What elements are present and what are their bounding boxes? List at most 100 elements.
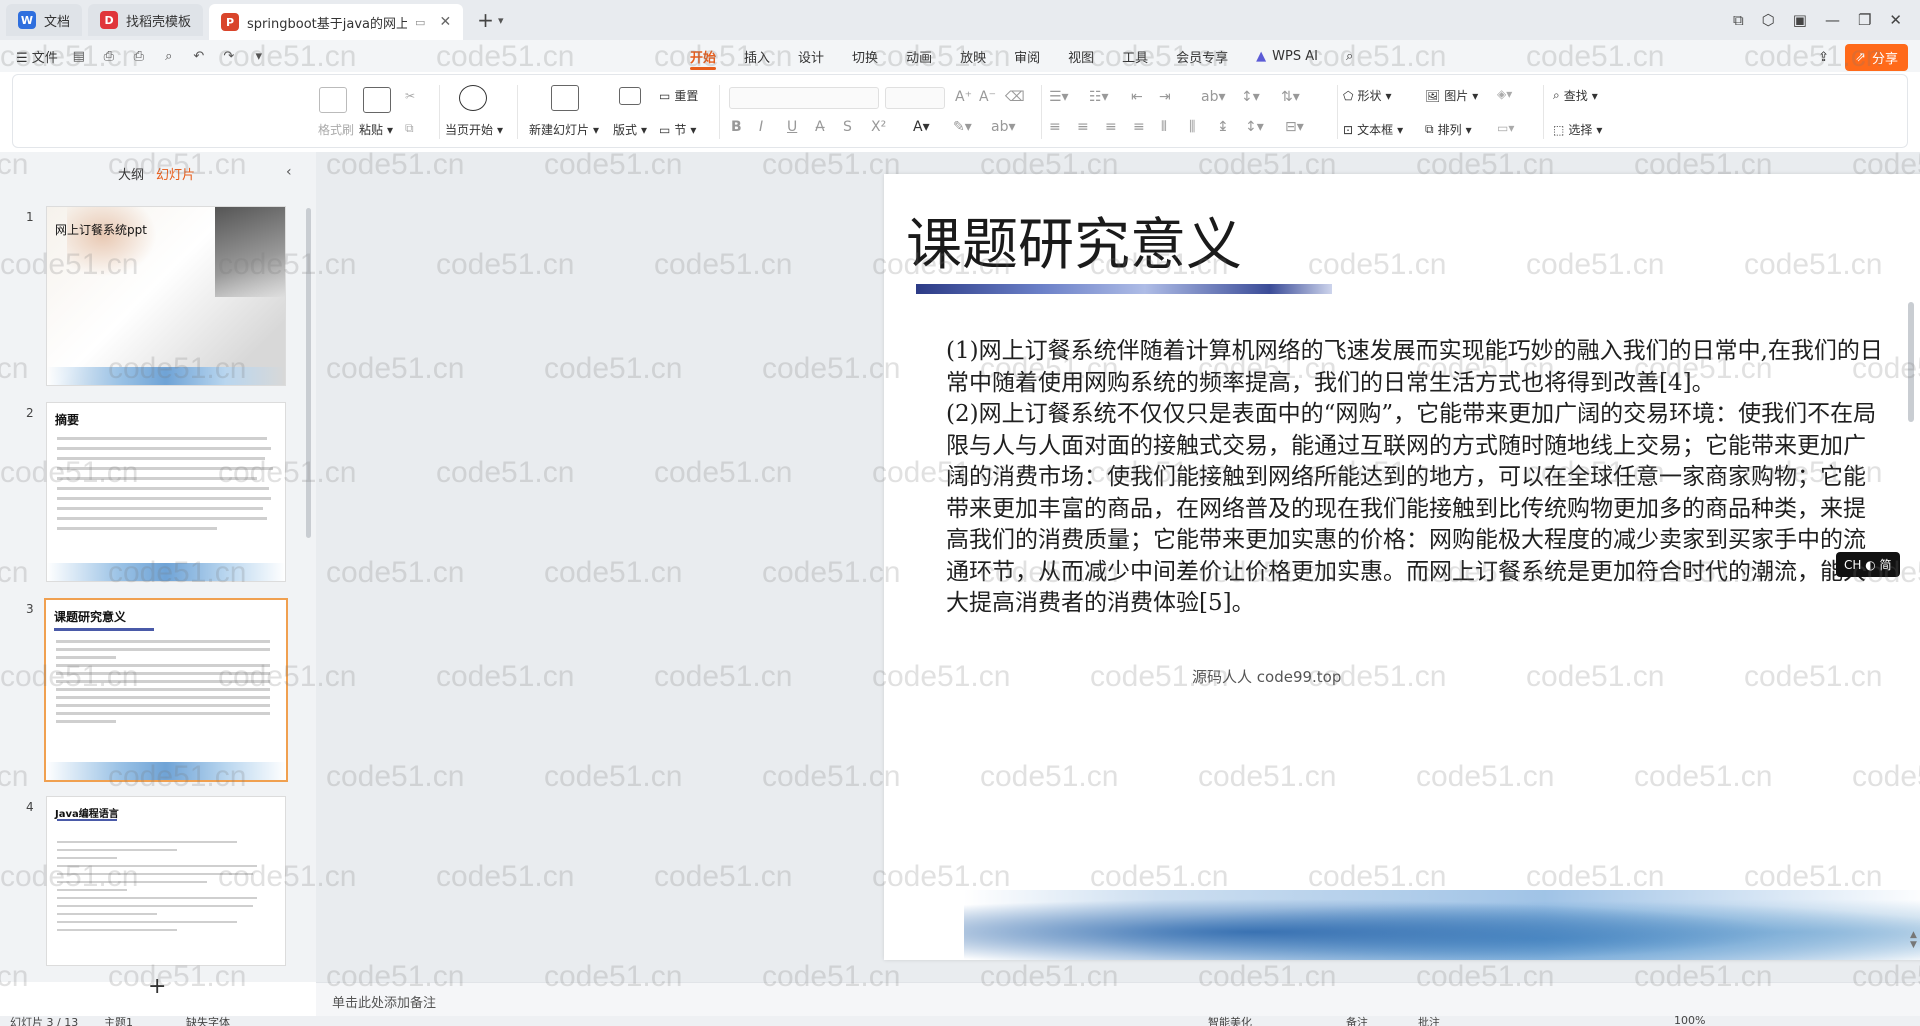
tab-documents[interactable]: W 文档 (6, 4, 83, 36)
increase-indent-icon[interactable]: ⇥ (1159, 89, 1171, 105)
strikethrough-icon[interactable]: A̶ (815, 119, 825, 135)
chevron-down-icon[interactable]: ▾ (250, 49, 268, 64)
slide-thumbnail[interactable]: 网上订餐系统ppt (46, 206, 286, 386)
tab-slides[interactable]: 幻灯片 (156, 164, 195, 183)
text-align-icon[interactable]: ⇅▾ (1281, 89, 1300, 105)
page-nav-arrows[interactable]: ▲ ▼ (1910, 930, 1917, 950)
start-current-button[interactable]: 当页开始 ▾ (445, 121, 503, 138)
distribute-icon[interactable]: ⫴ (1161, 119, 1167, 135)
italic-icon[interactable]: I (759, 119, 763, 135)
tab-view[interactable]: 视图 (1054, 40, 1108, 72)
layout-button[interactable]: 版式 ▾ (613, 121, 647, 138)
font-family-select[interactable] (729, 87, 879, 109)
redo-icon[interactable]: ↷ (220, 49, 238, 64)
print-icon[interactable]: ⎙ (130, 49, 148, 64)
fill-icon[interactable]: ◈▾ (1497, 87, 1512, 101)
panel-scrollbar[interactable] (306, 208, 311, 538)
superscript-icon[interactable]: X² (871, 119, 886, 135)
copy-icon[interactable]: ⧉ (405, 121, 414, 136)
slide-thumbnail[interactable]: 摘要 (46, 402, 286, 582)
clear-format-icon[interactable]: ⌫ (1005, 89, 1025, 105)
tab-docer-templates[interactable]: D 找稻壳模板 (88, 4, 204, 36)
find-button[interactable]: ⌕ 查找 ▾ (1553, 87, 1598, 104)
tab-insert[interactable]: 插入 (730, 40, 784, 72)
tab-preview-icon[interactable]: ▭ (415, 16, 425, 29)
textbox-button[interactable]: ⊡ 文本框 ▾ (1343, 121, 1403, 138)
zoom-level[interactable]: 100% (1674, 1016, 1705, 1026)
section-button[interactable]: ▭ 节 ▾ (659, 121, 696, 138)
columns-icon[interactable]: ⫼ (1189, 119, 1195, 135)
theme-name[interactable]: 主题1 (104, 1016, 133, 1026)
cube-icon[interactable]: ⬡ (1762, 11, 1775, 29)
undo-icon[interactable]: ↶ (190, 49, 208, 64)
numbering-icon[interactable]: ☷▾ (1089, 89, 1109, 105)
smart-beautify-button[interactable]: 智能美化 (1208, 1016, 1252, 1026)
save-icon[interactable]: ▤ (70, 49, 88, 64)
justify-icon[interactable]: ≡ (1133, 119, 1145, 135)
bold-icon[interactable]: B (731, 119, 742, 135)
tab-home[interactable]: 开始 (676, 40, 730, 72)
format-painter-button[interactable]: 格式刷 (318, 121, 354, 138)
search-icon[interactable]: ⌕ (1332, 40, 1367, 72)
tab-design[interactable]: 设计 (784, 40, 838, 72)
new-slide-button[interactable]: 新建幻灯片 ▾ (529, 121, 599, 138)
tile-icon[interactable]: ⧉ (1733, 11, 1744, 29)
tab-tools[interactable]: 工具 (1108, 40, 1162, 72)
canvas-scrollbar[interactable] (1908, 302, 1914, 422)
picture-button[interactable]: 🖼 图片 ▾ (1425, 87, 1478, 104)
tab-presentation[interactable]: P springboot基于java的网上订 ▭ ✕ (209, 4, 464, 40)
cloud-upload-icon[interactable]: ⇪ (1818, 50, 1829, 65)
highlight-icon[interactable]: ✎▾ (953, 119, 972, 135)
align-center-icon[interactable]: ≡ (1077, 119, 1089, 135)
chevron-down-icon[interactable]: ▾ (498, 14, 504, 27)
align-left-icon[interactable]: ≡ (1049, 119, 1061, 135)
arrange-button[interactable]: ⧉ 排列 ▾ (1425, 121, 1472, 138)
line-height-icon[interactable]: ↨ (1217, 119, 1229, 135)
export-icon[interactable]: ⎙ (100, 49, 118, 64)
tab-review[interactable]: 审阅 (1000, 40, 1054, 72)
minimize-icon[interactable]: — (1825, 11, 1840, 29)
slide-title[interactable]: 课题研究意义 (906, 200, 1242, 281)
missing-font[interactable]: 缺失字体 (186, 1016, 230, 1026)
notes-pane[interactable]: 单击此处添加备注 (316, 982, 1920, 1016)
cut-icon[interactable]: ✂ (405, 89, 415, 103)
reset-button[interactable]: ▭ 重置 (659, 87, 698, 104)
bullets-icon[interactable]: ☰▾ (1049, 89, 1069, 105)
tab-animation[interactable]: 动画 (892, 40, 946, 72)
comments-toggle[interactable]: 批注 (1418, 1016, 1440, 1026)
slide-thumbnail[interactable]: Java编程语言 (46, 796, 286, 966)
add-slide-icon[interactable]: + (148, 974, 166, 999)
decrease-indent-icon[interactable]: ⇤ (1131, 89, 1143, 105)
line-spacing-icon[interactable]: ↕▾ (1241, 89, 1260, 105)
print-preview-icon[interactable]: ⌕ (160, 49, 178, 64)
underline-icon[interactable]: U (787, 119, 797, 135)
slide-body-textbox[interactable]: (1)网上订餐系统伴随着计算机网络的飞速发展而实现能巧妙的融入我们的日常中,在我… (946, 336, 1886, 620)
share-button[interactable]: ⇗ 分享 (1845, 44, 1908, 71)
restore-icon[interactable]: ❐ (1858, 11, 1871, 29)
slide-thumbnail-active[interactable]: 课题研究意义 (44, 598, 288, 782)
para-spacing-icon[interactable]: ↕▾ (1245, 119, 1264, 135)
chevron-left-icon[interactable]: ‹ (286, 164, 292, 180)
tab-member[interactable]: 会员专享 (1162, 40, 1242, 72)
char-spacing-icon[interactable]: ab▾ (991, 119, 1016, 135)
text-fit-icon[interactable]: ⊟▾ (1285, 119, 1304, 135)
tab-outline[interactable]: 大纲 (118, 164, 144, 183)
font-color-icon[interactable]: A▾ (913, 119, 930, 135)
outline-icon[interactable]: ▭▾ (1497, 121, 1514, 135)
avatar[interactable]: ▣ (1793, 11, 1807, 29)
ime-indicator[interactable]: CH ◐ 简 (1836, 552, 1900, 577)
align-right-icon[interactable]: ≡ (1105, 119, 1117, 135)
close-icon[interactable]: ✕ (439, 14, 451, 30)
font-size-select[interactable] (885, 87, 945, 109)
notes-toggle[interactable]: 备注 (1346, 1016, 1368, 1026)
text-direction-icon[interactable]: ab▾ (1201, 89, 1226, 105)
tab-slideshow[interactable]: 放映 (946, 40, 1000, 72)
slide[interactable]: 课题研究意义 (1)网上订餐系统伴随着计算机网络的飞速发展而实现能巧妙的融入我们… (884, 174, 1920, 960)
decrease-font-icon[interactable]: A⁻ (979, 89, 996, 105)
window-close-icon[interactable]: ✕ (1889, 11, 1902, 29)
paste-button[interactable]: 粘贴 ▾ (359, 121, 393, 138)
wps-ai-button[interactable]: ▲ WPS AI (1242, 40, 1332, 72)
shadow-icon[interactable]: S (843, 119, 852, 135)
add-tab-icon[interactable]: + (477, 8, 494, 32)
increase-font-icon[interactable]: A⁺ (955, 89, 972, 105)
